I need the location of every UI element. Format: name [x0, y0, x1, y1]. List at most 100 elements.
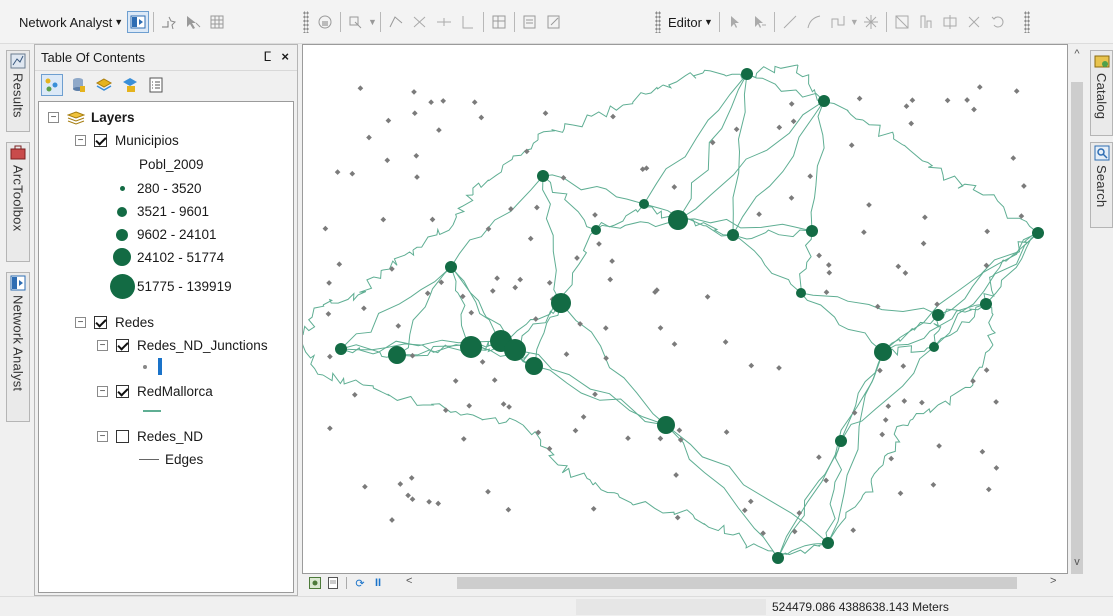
refresh-icon[interactable]: ⟳	[351, 575, 369, 591]
redes-nd-visibility-checkbox[interactable]	[116, 430, 129, 443]
municipio-point[interactable]	[818, 95, 830, 107]
straight-segment-icon[interactable]	[779, 11, 801, 33]
split-line-icon[interactable]	[433, 11, 455, 33]
list-by-visibility-icon[interactable]	[93, 74, 115, 96]
municipio-point[interactable]	[388, 346, 406, 364]
municipio-point[interactable]	[504, 339, 526, 361]
pin-icon[interactable]: ⵎ	[263, 49, 271, 65]
results-tab[interactable]: Results	[6, 50, 30, 132]
municipio-point[interactable]	[335, 343, 347, 355]
municipio-point[interactable]	[741, 68, 753, 80]
collapse-icon[interactable]: −	[97, 386, 108, 397]
create-network-location-icon[interactable]	[158, 11, 180, 33]
municipio-point[interactable]	[727, 229, 739, 241]
cut-polygons-icon[interactable]	[939, 11, 961, 33]
road-segment	[862, 119, 904, 146]
map-vertical-scrollbar[interactable]: ^ v	[1068, 44, 1086, 574]
municipio-point[interactable]	[806, 225, 818, 237]
layers-dataframe-row[interactable]: − Layers	[48, 110, 135, 125]
toolbar-grip[interactable]	[303, 11, 309, 33]
municipio-point[interactable]	[657, 416, 675, 434]
collapse-icon[interactable]: −	[75, 317, 86, 328]
scroll-right-icon[interactable]: >	[1050, 575, 1056, 587]
list-by-source-icon[interactable]	[67, 74, 89, 96]
municipio-point[interactable]	[445, 261, 457, 273]
split-tool-icon[interactable]	[963, 11, 985, 33]
editor-menu[interactable]: Editor ▼	[665, 15, 716, 30]
collapse-icon[interactable]: −	[48, 112, 59, 123]
reshape-feature-icon[interactable]	[915, 11, 937, 33]
municipio-point[interactable]	[929, 342, 939, 352]
catalog-tab[interactable]: Catalog	[1090, 50, 1113, 136]
data-view-icon[interactable]	[306, 575, 324, 591]
layout-view-icon[interactable]	[324, 575, 342, 591]
municipio-point[interactable]	[537, 170, 549, 182]
shared-edges-icon[interactable]	[409, 11, 431, 33]
municipio-point[interactable]	[639, 199, 649, 209]
municipio-point[interactable]	[932, 309, 944, 321]
municipio-point[interactable]	[835, 435, 847, 447]
reshape-icon[interactable]	[457, 11, 479, 33]
horizontal-scrollbar-thumb[interactable]	[457, 577, 1017, 589]
collapse-icon[interactable]: −	[97, 340, 108, 351]
municipio-point[interactable]	[874, 343, 892, 361]
edit-annotation-icon[interactable]	[748, 11, 770, 33]
list-by-selection-icon[interactable]	[119, 74, 141, 96]
municipio-point[interactable]	[796, 288, 806, 298]
redes-group-row[interactable]: − Redes	[75, 315, 154, 330]
end-point-arc-icon[interactable]	[803, 11, 825, 33]
municipio-point[interactable]	[551, 293, 571, 313]
municipio-point[interactable]	[591, 225, 601, 235]
select-move-location-icon[interactable]	[182, 11, 204, 33]
toolbar-grip[interactable]	[655, 11, 661, 33]
edit-tool-icon[interactable]	[724, 11, 746, 33]
network-analyst-tab[interactable]: Network Analyst	[6, 272, 30, 422]
map-canvas[interactable]	[303, 45, 1068, 574]
attributes-icon[interactable]	[519, 11, 541, 33]
edit-vertices-icon[interactable]	[385, 11, 407, 33]
topology-tool-icon[interactable]	[345, 11, 367, 33]
chevron-down-icon[interactable]: ▼	[850, 17, 859, 27]
municipio-point[interactable]	[1032, 227, 1044, 239]
search-tab[interactable]: Search	[1090, 142, 1113, 228]
municipio-point[interactable]	[668, 210, 688, 230]
layer-tool-icon[interactable]	[314, 11, 336, 33]
junction-point	[895, 263, 902, 270]
arctoolbox-tab[interactable]: ArcToolbox	[6, 142, 30, 262]
network-analyst-menu[interactable]: Network Analyst ▼	[16, 15, 126, 30]
chevron-down-icon[interactable]: ▼	[368, 17, 377, 27]
municipios-visibility-checkbox[interactable]	[94, 134, 107, 147]
pause-drawing-icon[interactable]: II	[369, 575, 387, 591]
list-by-drawing-order-icon[interactable]	[41, 74, 63, 96]
collapse-icon[interactable]: −	[75, 135, 86, 146]
point-icon[interactable]	[860, 11, 882, 33]
scrollbar-thumb[interactable]	[1071, 82, 1083, 574]
municipio-point[interactable]	[822, 537, 834, 549]
rotate-tool-icon[interactable]	[987, 11, 1009, 33]
junctions-layer-row[interactable]: − Redes_ND_Junctions	[97, 338, 268, 353]
table-tool-icon[interactable]	[488, 11, 510, 33]
municipio-point[interactable]	[772, 552, 784, 564]
municipio-point[interactable]	[460, 336, 482, 358]
close-icon[interactable]: ×	[281, 49, 289, 65]
redes-nd-layer-row[interactable]: − Redes_ND	[97, 429, 203, 444]
redmallorca-layer-row[interactable]: − RedMallorca	[97, 384, 213, 399]
toolbar-grip[interactable]	[1023, 11, 1030, 33]
redes-visibility-checkbox[interactable]	[94, 316, 107, 329]
trace-icon[interactable]	[827, 11, 849, 33]
municipios-layer-row[interactable]: − Municipios	[75, 133, 179, 148]
solve-grid-icon[interactable]	[206, 11, 228, 33]
map-view[interactable]	[302, 44, 1068, 574]
redmallorca-visibility-checkbox[interactable]	[116, 385, 129, 398]
sketch-properties-icon[interactable]	[543, 11, 565, 33]
municipio-point[interactable]	[980, 298, 992, 310]
scroll-left-icon[interactable]: <	[406, 575, 412, 587]
junctions-visibility-checkbox[interactable]	[116, 339, 129, 352]
scroll-up-icon[interactable]: ^	[1068, 48, 1086, 60]
collapse-icon[interactable]: −	[97, 431, 108, 442]
options-icon[interactable]	[145, 74, 167, 96]
network-analyst-window-icon[interactable]	[127, 11, 150, 33]
scroll-down-icon[interactable]: v	[1068, 556, 1086, 568]
edit-vertices-tool-icon[interactable]	[891, 11, 913, 33]
municipio-point[interactable]	[525, 357, 543, 375]
